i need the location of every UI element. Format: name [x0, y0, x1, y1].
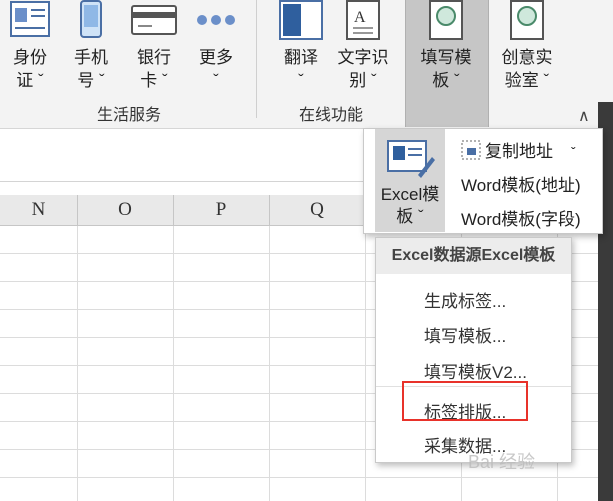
- ribbon: 身份 证 ˇ 手机 号 ˇ 银行 卡 ˇ 更多 ˇ 翻译 ˇ A 文字识 别 ˇ…: [0, 0, 613, 129]
- ocr-button[interactable]: A 文字识 别 ˇ: [334, 0, 392, 92]
- fill-template-label: 填写模 板 ˇ: [420, 48, 472, 90]
- ocr-label: 文字识 别 ˇ: [337, 48, 389, 90]
- id-card-button[interactable]: 身份 证 ˇ: [6, 0, 54, 92]
- more-button[interactable]: 更多 ˇ: [190, 0, 242, 92]
- excel-template-icon: [387, 140, 435, 178]
- excel-template-menu: Excel数据源Excel模板 生成标签... 填写模板... 填写模板V2..…: [375, 237, 572, 463]
- translate-label: 翻译 ˇ: [284, 48, 318, 90]
- creative-lab-button[interactable]: 创意实 验室 ˇ: [494, 0, 560, 92]
- translate-button[interactable]: 翻译 ˇ: [274, 0, 328, 92]
- word-template-field-item[interactable]: Word模板(字段): [461, 205, 581, 230]
- menu-item-fill-template-v2[interactable]: 填写模板V2...: [424, 358, 527, 383]
- column-header-o[interactable]: O: [77, 195, 174, 225]
- id-card-label: 身份 证 ˇ: [13, 48, 47, 90]
- collapse-ribbon-icon[interactable]: ∧: [578, 106, 590, 126]
- more-dots-icon: [197, 15, 235, 25]
- chevron-down-icon: ˇ: [571, 144, 576, 160]
- menu-header: Excel数据源Excel模板: [376, 238, 571, 274]
- column-header-n[interactable]: N: [0, 195, 78, 225]
- menu-item-generate-labels[interactable]: 生成标签...: [424, 287, 506, 312]
- menu-item-fill-template[interactable]: 填写模板...: [424, 322, 506, 347]
- svg-text:A: A: [354, 9, 366, 26]
- creative-lab-icon: [510, 0, 544, 40]
- bank-card-label: 银行 卡 ˇ: [137, 48, 171, 90]
- copy-address-button[interactable]: 复制地址 ˇ: [461, 137, 576, 162]
- group-label-life-services: 生活服务: [96, 107, 161, 124]
- word-template-address-item[interactable]: Word模板(地址): [461, 171, 581, 196]
- phone-label: 手机 号 ˇ: [74, 48, 108, 90]
- creative-lab-label: 创意实 验室 ˇ: [501, 48, 553, 90]
- phone-button[interactable]: 手机 号 ˇ: [66, 0, 116, 92]
- group-separator: [256, 0, 257, 118]
- translate-icon: [279, 0, 323, 40]
- id-card-icon: [10, 1, 50, 37]
- excel-template-button[interactable]: Excel模 板 ˇ: [375, 129, 445, 232]
- fill-template-dropdown: Excel模 板 ˇ 复制地址 ˇ Word模板(地址) Word模板(字段): [363, 128, 603, 234]
- fill-template-button[interactable]: 填写模 板 ˇ: [410, 0, 482, 92]
- more-label: 更多 ˇ: [199, 48, 233, 90]
- copy-address-icon: [461, 140, 481, 160]
- excel-template-label: Excel模 板 ˇ: [380, 185, 440, 226]
- fill-template-icon: [429, 0, 463, 40]
- ocr-document-icon: A: [346, 0, 380, 40]
- bank-card-icon: [131, 5, 177, 35]
- phone-icon: [80, 0, 102, 38]
- group-label-online-functions: 在线功能: [298, 107, 363, 124]
- copy-address-label: 复制地址: [485, 142, 553, 161]
- highlight-box: [402, 381, 528, 421]
- column-header-q[interactable]: Q: [269, 195, 366, 225]
- column-header-p[interactable]: P: [173, 195, 270, 225]
- bank-card-button[interactable]: 银行 卡 ˇ: [128, 0, 180, 92]
- watermark: Bai 经验: [468, 452, 536, 472]
